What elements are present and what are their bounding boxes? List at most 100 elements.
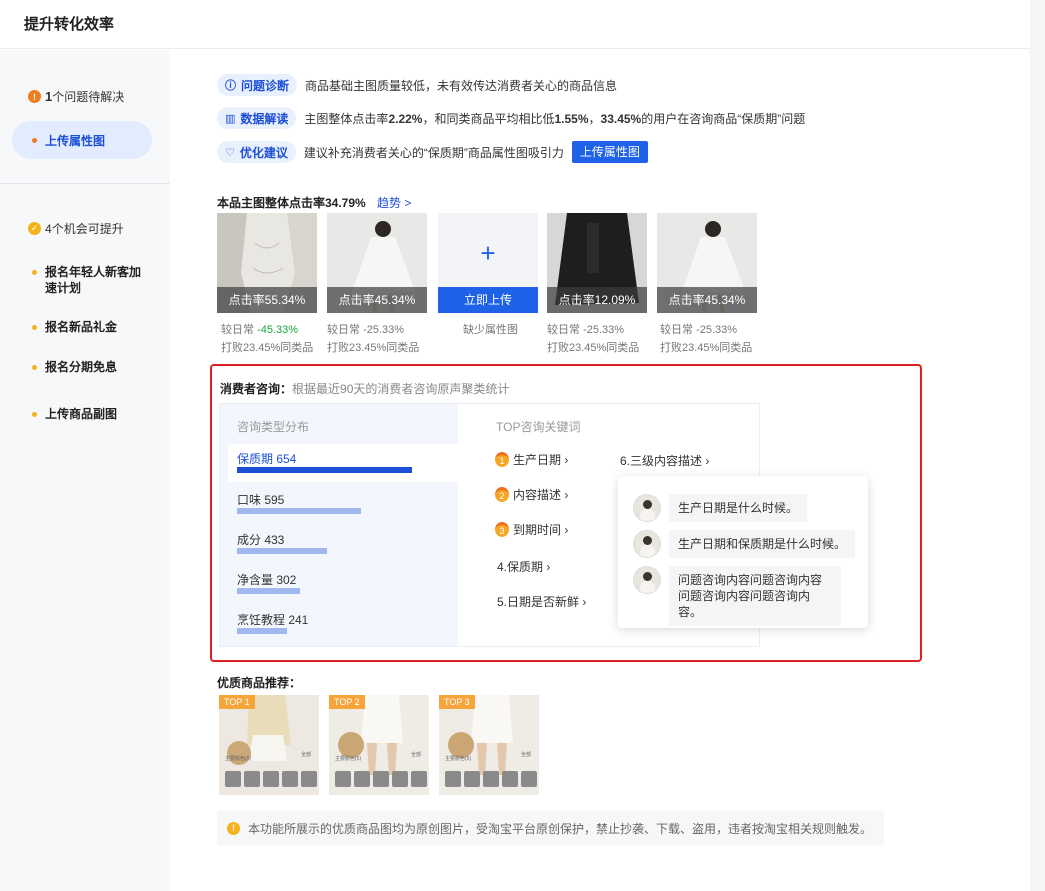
sidebar-item-installment[interactable]: 报名分期免息	[32, 359, 117, 375]
thumb-caption: 较日常 -25.33% 打败23.45%同类品	[547, 321, 639, 357]
category-item[interactable]: 保质期 654	[237, 450, 296, 467]
avatar	[633, 494, 661, 522]
category-item[interactable]: 成分 433	[237, 531, 284, 548]
scrollbar-track[interactable]	[1030, 0, 1045, 891]
warning-icon: !	[227, 821, 240, 835]
thumb-5[interactable]: 点击率45.34%	[657, 213, 757, 313]
sidebar-item-new-gift[interactable]: 报名新品礼金	[32, 319, 117, 335]
thumb-2[interactable]: 点击率45.34%	[327, 213, 427, 313]
question-bubble: 生产日期和保质期是什么时候。	[669, 530, 856, 558]
caption-prefix: 较日常	[547, 324, 584, 336]
click-rate-overlay: 点击率55.34%	[217, 287, 317, 313]
trend-link[interactable]: 趋势 >	[377, 196, 411, 210]
bullet-icon	[32, 270, 37, 275]
gold-medal-icon: 1	[495, 452, 509, 467]
keyword-item[interactable]: 4.保质期 ›	[497, 558, 550, 575]
keyword-label: 6.三级内容描述 ›	[620, 454, 710, 468]
question-bubble: 问题咨询内容问题咨询内容问题咨询内容问题咨询内容。	[669, 566, 841, 626]
click-rate-title: 本品主图整体点击率34.79% 趋势 >	[217, 194, 411, 211]
avatar	[633, 530, 661, 558]
suggest-tag: ♡ 优化建议	[217, 141, 296, 163]
upload-now-button[interactable]: 立即上传	[438, 287, 538, 313]
keyword-label: 到期时间 ›	[513, 523, 569, 537]
thumb-caption: 缺少属性图	[463, 321, 518, 339]
keyword-item[interactable]: 1 生产日期 ›	[495, 451, 568, 468]
consumer-title: 消费者咨询：根据最近90天的消费者咨询原声聚类统计	[220, 380, 509, 397]
keyword-item[interactable]: 5.日期是否新鲜 ›	[497, 593, 586, 610]
suggest-tag-label: 优化建议	[239, 145, 288, 160]
questions-popup: 生产日期是什么时候。 生产日期和保质期是什么时候。 问题咨询内容问题咨询内容问题…	[618, 476, 868, 628]
bullet-icon	[32, 325, 37, 330]
keyword-header: TOP咨询关键词	[496, 420, 581, 434]
keyword-label: 4.保质期 ›	[497, 560, 551, 574]
opportunities-count: 4	[45, 221, 52, 236]
caption-value: -25.33%	[363, 324, 405, 336]
thumb-upload[interactable]: + 立即上传	[438, 213, 538, 313]
click-rate-overlay: 点击率12.09%	[547, 287, 647, 313]
question-bubble: 生产日期是什么时候。	[669, 494, 808, 522]
thumb-caption: 较日常 -25.33% 打败23.45%同类品	[327, 321, 419, 357]
problem-tag-label: 问题诊断	[241, 78, 290, 93]
recommend-title: 优质商品推荐：	[217, 676, 302, 690]
avatar	[633, 566, 661, 594]
thumb-caption: 较日常 -45.33% 打败23.45%同类品	[221, 321, 313, 357]
thumb-1[interactable]: 点击率55.34%	[217, 213, 317, 313]
keyword-label: 内容描述 ›	[513, 488, 569, 502]
problem-text: 商品基础主图质量较低，未有效传达消费者关心的商品信息	[305, 78, 618, 93]
all-meta: 全部	[300, 752, 311, 758]
caption-prefix: 较日常	[221, 324, 258, 336]
category-bar	[237, 588, 300, 594]
sidebar-item-sub-image[interactable]: 上传商品副图	[32, 406, 117, 422]
data-value-3: 33.45%	[600, 111, 642, 126]
upload-attr-button[interactable]: 上传属性图	[571, 141, 648, 163]
click-rate-title-text: 本品主图整体点击率34.79%	[217, 196, 366, 210]
chart-icon: ▥	[225, 112, 236, 125]
data-text-c: ，	[588, 111, 601, 126]
sidebar-item-youth-plan[interactable]: 报名年轻人新客加速计划	[32, 264, 142, 296]
data-text-b: ，和同类商品平均相比低	[422, 111, 555, 126]
category-bar	[237, 467, 412, 473]
category-item[interactable]: 口味 595	[237, 491, 284, 508]
top-badge: TOP 3	[439, 695, 475, 709]
keyword-item[interactable]: 2 内容描述 ›	[495, 486, 568, 503]
suggest-text: 建议补充消费者关心的“保质期”商品属性图吸引力	[303, 145, 564, 160]
category-item[interactable]: 烹饪教程 241	[237, 611, 308, 628]
sidebar-item-upload-attr[interactable]: 上传属性图	[12, 121, 152, 159]
bullet-icon	[32, 365, 37, 370]
category-bar	[237, 508, 361, 514]
caption-prefix: 较日常	[660, 324, 697, 336]
top-badge: TOP 1	[219, 695, 255, 709]
sidebar-item-label: 上传属性图	[45, 133, 106, 148]
sidebar-item-label: 报名新品礼金	[45, 320, 118, 334]
caption-beat: 打败23.45%同类品	[660, 342, 753, 354]
keyword-label: 5.日期是否新鲜 ›	[497, 595, 587, 609]
bullet-icon	[32, 137, 37, 143]
color-chips	[335, 771, 427, 787]
divider	[0, 183, 170, 184]
bullet-icon	[32, 412, 37, 417]
caption-beat: 打败23.45%同类品	[221, 342, 314, 354]
issues-header: ! 1 个问题待解决	[28, 88, 124, 105]
click-rate-overlay: 点击率45.34%	[327, 287, 427, 313]
data-value-1: 2.22%	[388, 111, 423, 126]
check-icon: ✓	[28, 222, 41, 235]
thumb-caption: 较日常 -25.33% 打败23.45%同类品	[660, 321, 752, 357]
recommend-card[interactable]: TOP 3 主要颜色(5) 全部	[439, 695, 539, 795]
keyword-item[interactable]: 3 到期时间 ›	[495, 521, 568, 538]
sidebar-item-label: 报名分期免息	[45, 360, 118, 374]
caption-value: -25.33%	[583, 324, 625, 336]
copyright-notice: ! 本功能所展示的优质商品图均为原创图片，受淘宝平台原创保护，禁止抄袭、下载、盗…	[217, 811, 884, 845]
distribution-header: 咨询类型分布	[237, 420, 310, 434]
caption-beat: 打败23.45%同类品	[327, 342, 420, 354]
color-meta: 主要颜色(5)	[225, 756, 252, 762]
category-distribution: 咨询类型分布 保质期 654 口味 595 成分 433 净含量 302 烹饪教…	[220, 404, 458, 646]
color-chips	[225, 771, 317, 787]
consumer-subtitle: 根据最近90天的消费者咨询原声聚类统计	[292, 382, 510, 396]
thumb-4[interactable]: 点击率12.09%	[547, 213, 647, 313]
keyword-item[interactable]: 6.三级内容描述 ›	[620, 452, 709, 469]
data-tag: ▥ 数据解读	[217, 107, 297, 129]
recommend-card[interactable]: TOP 2 主要颜色(5) 全部	[329, 695, 429, 795]
recommend-card[interactable]: TOP 1 主要颜色(5) 全部	[219, 695, 319, 795]
notice-text: 本功能所展示的优质商品图均为原创图片，受淘宝平台原创保护，禁止抄袭、下载、盗用，…	[248, 821, 873, 836]
category-item[interactable]: 净含量 302	[237, 571, 296, 588]
